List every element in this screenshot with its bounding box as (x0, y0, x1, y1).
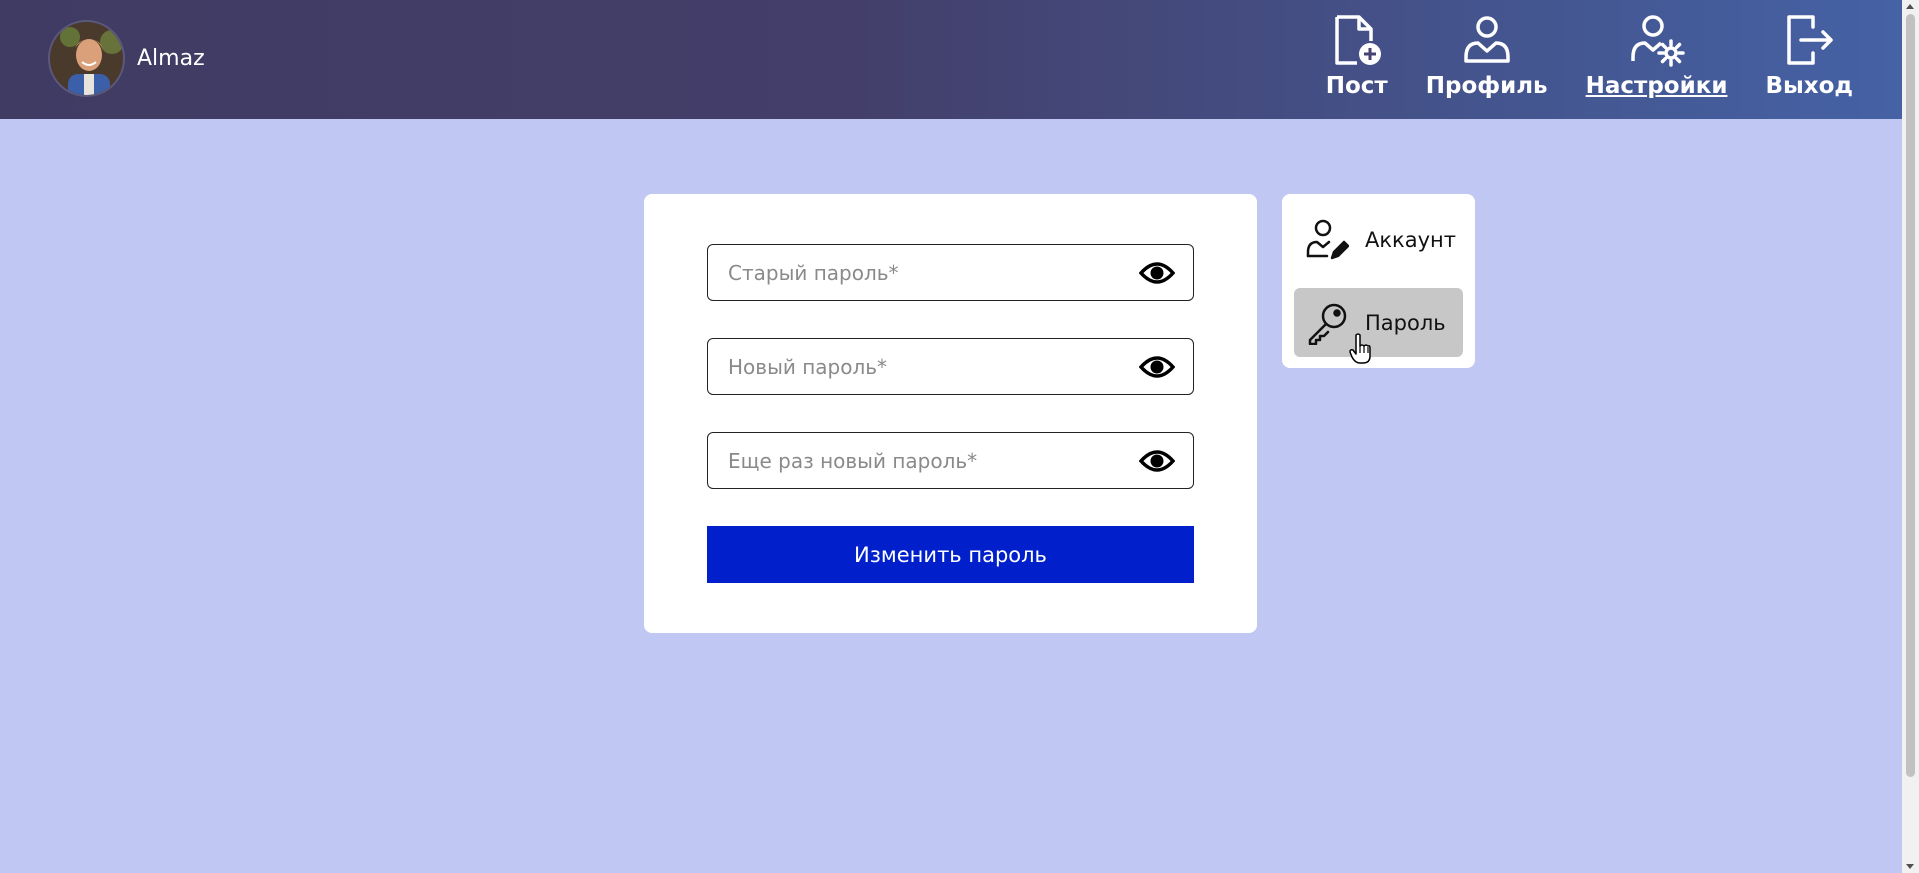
nav-logout-label: Выход (1765, 73, 1853, 99)
username: Almaz (137, 46, 205, 71)
side-item-password[interactable]: Пароль (1294, 288, 1463, 357)
main-nav: Пост Профиль Настройки Выход (1326, 12, 1853, 99)
old-password-field[interactable] (707, 244, 1194, 301)
scroll-up-icon[interactable] (1906, 4, 1914, 9)
hand-cursor-icon (1349, 333, 1371, 365)
repeat-password-field[interactable] (707, 432, 1194, 489)
side-item-account[interactable]: Аккаунт (1294, 205, 1463, 274)
nav-settings-label: Настройки (1585, 73, 1728, 99)
repeat-password-input[interactable] (726, 447, 1116, 474)
nav-post[interactable]: Пост (1326, 12, 1388, 99)
user-gear-icon (1629, 12, 1685, 68)
scroll-down-icon[interactable] (1906, 864, 1914, 869)
user-edit-icon (1304, 217, 1350, 263)
new-password-field[interactable] (707, 338, 1194, 395)
password-card: Изменить пароль (644, 194, 1257, 633)
avatar[interactable] (48, 20, 125, 97)
side-item-password-label: Пароль (1365, 310, 1446, 335)
top-navbar: Almaz Пост Профиль Настройки Выход (0, 0, 1902, 119)
key-icon (1304, 300, 1350, 346)
user-block[interactable]: Almaz (48, 20, 205, 97)
logout-icon (1781, 12, 1837, 68)
new-password-input[interactable] (726, 353, 1116, 380)
scrollbar-thumb[interactable] (1906, 14, 1915, 777)
eye-icon[interactable] (1138, 353, 1176, 381)
side-item-account-label: Аккаунт (1365, 227, 1456, 252)
nav-profile[interactable]: Профиль (1426, 12, 1548, 99)
nav-settings[interactable]: Настройки (1585, 12, 1728, 99)
change-password-button[interactable]: Изменить пароль (707, 526, 1194, 583)
eye-icon[interactable] (1138, 259, 1176, 287)
vertical-scrollbar[interactable] (1902, 0, 1919, 873)
eye-icon[interactable] (1138, 447, 1176, 475)
nav-logout[interactable]: Выход (1765, 12, 1853, 99)
nav-post-label: Пост (1325, 73, 1388, 99)
old-password-input[interactable] (726, 259, 1116, 286)
file-plus-icon (1329, 12, 1385, 68)
nav-profile-label: Профиль (1425, 73, 1548, 99)
user-icon (1459, 12, 1515, 68)
settings-side-menu: Аккаунт Пароль (1282, 194, 1475, 368)
